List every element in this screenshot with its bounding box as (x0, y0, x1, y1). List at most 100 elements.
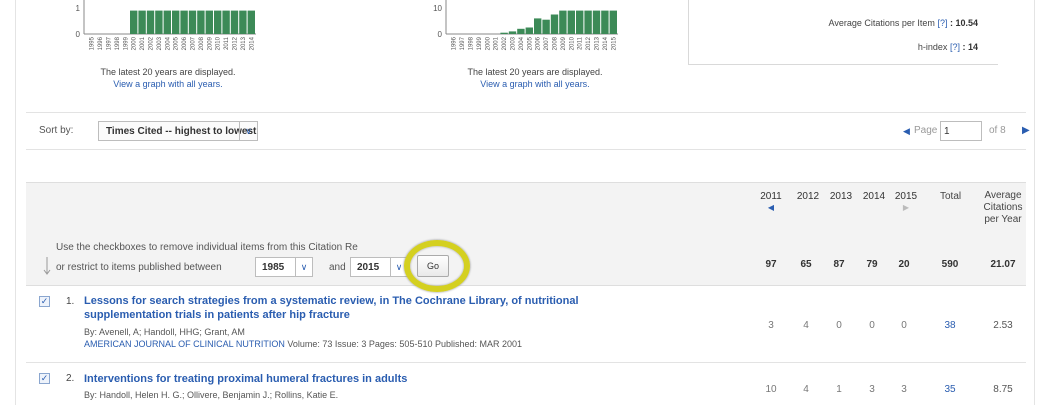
checkbox-help-text: Use the checkboxes to remove individual … (56, 242, 358, 253)
chart-x-tick-label: 2001 (494, 36, 500, 50)
chart-bar (559, 10, 567, 35)
chart-y-tick-label: 0 (76, 30, 81, 39)
chart-bar (138, 10, 146, 35)
metrics-box: Average Citations per Item [?] : 10.54 h… (688, 0, 998, 65)
chart-x-tick-label: 2013 (241, 36, 247, 50)
and-label: and (329, 262, 346, 273)
h-index-value: : 14 (962, 42, 978, 52)
chart-x-tick-label: 1995 (90, 36, 96, 50)
cell-average: 2.53 (993, 320, 1013, 331)
go-button[interactable]: Go (417, 255, 449, 277)
view-all-years-link[interactable]: View a graph with all years. (450, 79, 620, 89)
page-number-input[interactable] (940, 121, 982, 141)
summary-2014: 79 (866, 259, 878, 270)
row-checkbox[interactable]: ✓ (39, 373, 50, 384)
sort-select-value: Times Cited -- highest to lowest (106, 126, 257, 137)
chart-x-tick-label: 2012 (586, 36, 592, 50)
to-year-select[interactable]: 2015 ∨ (350, 257, 408, 277)
chart-x-tick-label: 2011 (578, 36, 584, 50)
cell-2013: 0 (836, 320, 842, 331)
chart-x-tick-label: 2013 (595, 36, 601, 50)
cell-2014: 3 (869, 384, 875, 395)
chart-x-tick-label: 2014 (249, 36, 255, 50)
cell-total-link[interactable]: 35 (935, 384, 965, 395)
article-authors: By: Handoll, Helen H. G.; Ollivere, Benj… (84, 390, 339, 400)
chart-bar (172, 10, 180, 35)
chart-bar (197, 10, 205, 35)
chevron-down-icon: ∨ (295, 258, 312, 276)
article-title-line: supplementation trials in patients after… (84, 309, 350, 321)
chart-x-tick-label: 1996 (452, 36, 458, 50)
chart-bar (601, 10, 609, 35)
next-page-icon[interactable]: ▶ (1022, 125, 1030, 136)
previous-page-icon[interactable]: ◀ (903, 126, 910, 137)
citation-report-page: 1 0 1995 1996 1997 1998 1999 2000 2001 2002 2003 20… (15, 0, 1035, 405)
cell-total-link[interactable]: 38 (935, 320, 965, 331)
chart-bar (542, 19, 550, 34)
summary-2011: 97 (765, 259, 777, 270)
previous-years-icon[interactable]: ◀ (760, 203, 782, 212)
chart-x-tick-label: 2004 (519, 36, 525, 50)
chart-x-tick-label: 2004 (165, 36, 171, 50)
chart-bar (163, 10, 171, 35)
chart-bar (550, 14, 559, 34)
chart-x-tick-label: 2014 (603, 36, 609, 50)
average-citations-label: Average Citations per Item (828, 18, 935, 28)
chart-x-tick-label: 1998 (115, 36, 121, 50)
chart-x-tick-label: 1997 (460, 36, 466, 50)
next-years-icon[interactable]: ▶ (892, 203, 920, 212)
journal-link[interactable]: AMERICAN JOURNAL OF CLINICAL NUTRITION (84, 339, 285, 349)
citations-chart: 10 0 1996 1997 1998 1999 2000 2001 2002 2003 2004 2… (400, 0, 620, 62)
chart-x-tick-label: 1999 (477, 36, 483, 50)
row-checkbox[interactable]: ✓ (39, 296, 50, 307)
chart-x-tick-label: 2008 (553, 36, 559, 50)
arrow-down-icon (43, 257, 51, 275)
sort-bar: Sort by: Times Cited -- highest to lowes… (26, 112, 1030, 150)
chart-x-tick-label: 2010 (569, 36, 575, 50)
chart-bar (180, 10, 188, 35)
from-year-value: 1985 (262, 262, 285, 273)
row-number: 1. (66, 296, 75, 307)
column-2011: 2011 ◀ (760, 191, 782, 212)
article-authors: By: Avenell, A; Handoll, HHG; Grant, AM (84, 327, 245, 337)
average-citations-help-link[interactable]: [?] (937, 18, 947, 28)
chart-x-tick-label: 2010 (216, 36, 222, 50)
chart-y-tick-label: 1 (76, 4, 81, 13)
chart-x-tick-label: 2015 (611, 36, 617, 50)
h-index-help-link[interactable]: [?] (950, 42, 960, 52)
column-year-label: 2013 (829, 191, 853, 202)
chart-x-tick-label: 2008 (199, 36, 205, 50)
chart-bar (584, 10, 592, 35)
citation-table-header: 2011 ◀ 2012 2013 2014 2015 ▶ Total Avera… (26, 182, 1026, 292)
chart-x-tick-label: 2000 (132, 36, 138, 50)
chart-bar (230, 10, 239, 35)
chart-x-tick-label: 2003 (511, 36, 517, 50)
column-year-label: 2012 (796, 191, 820, 202)
chart-x-tick-label: 2006 (536, 36, 542, 50)
published-items-chart-svg: 101995 1996 1997 1998 1999 2000 2001 2002 2003 20… (76, 0, 256, 50)
chart-bar (130, 10, 138, 35)
chart-bar (567, 10, 575, 35)
from-year-select[interactable]: 1985 ∨ (255, 257, 313, 277)
article-title-link[interactable]: Lessons for search strategies from a sys… (84, 294, 579, 322)
chart-x-tick-label: 2007 (191, 36, 197, 50)
chart-bar (609, 10, 617, 35)
table-row: ✓ 1. Lessons for search strategies from … (26, 287, 1026, 363)
sort-select[interactable]: Times Cited -- highest to lowest ∨ (98, 121, 258, 141)
chart-bar (222, 10, 230, 35)
chevron-down-icon: ∨ (390, 258, 407, 276)
chart-bar (534, 18, 542, 34)
chart-x-tick-label: 2002 (502, 36, 508, 50)
chart-x-tick-label: 1998 (469, 36, 475, 50)
cell-2015: 3 (901, 384, 907, 395)
article-title-link[interactable]: Interventions for treating proximal hume… (84, 372, 407, 386)
page-count: of 8 (989, 125, 1006, 136)
chart-x-tick-label: 2000 (485, 36, 491, 50)
view-all-years-link[interactable]: View a graph with all years. (83, 79, 253, 89)
to-year-value: 2015 (357, 262, 380, 273)
column-2015: 2015 ▶ (892, 191, 920, 212)
chart-bar (247, 10, 255, 35)
chart-bar (146, 10, 155, 35)
table-row: ✓ 2. Interventions for treating proximal… (26, 364, 1026, 405)
average-citations-value: : 10.54 (949, 18, 978, 28)
